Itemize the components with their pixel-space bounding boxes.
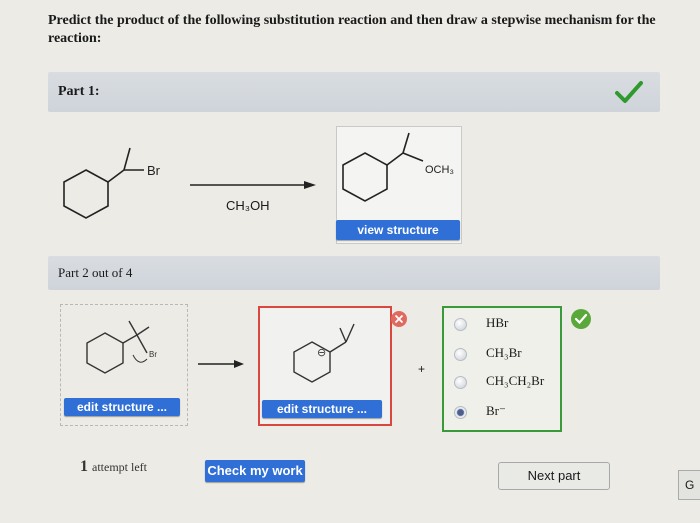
reactant2-br-label: Br xyxy=(149,350,157,359)
mechanism-arrow xyxy=(198,360,244,368)
choice-label: CH₃CH₂Br xyxy=(486,373,545,388)
radio-button[interactable] xyxy=(454,376,467,389)
reaction-arrow xyxy=(190,181,316,189)
reactant2-molecule: Br xyxy=(86,320,157,374)
go-button[interactable]: G xyxy=(678,470,700,500)
next-part-button[interactable]: Next part xyxy=(498,462,610,490)
attempt-count: 1 xyxy=(80,458,88,475)
question-text: Predict the product of the following sub… xyxy=(48,13,656,46)
choice-label: HBr xyxy=(486,315,509,330)
product1-molecule: OCH₃ xyxy=(342,132,454,202)
check-my-work-button[interactable]: Check my work xyxy=(205,460,305,482)
attempts-remaining: 1 attempt left xyxy=(80,458,147,476)
choice-hbr[interactable]: HBr xyxy=(444,312,560,338)
edit-structure-button-1[interactable]: edit structure ... xyxy=(64,398,180,416)
reagent-label: CH₃OH xyxy=(226,198,270,213)
part2-header: Part 2 out of 4 xyxy=(48,256,660,290)
radio-button-selected[interactable] xyxy=(454,406,467,419)
part1-header: Part 1: xyxy=(48,72,660,112)
attempt-text: attempt left xyxy=(92,460,147,474)
carbocation-charge: ⊖ xyxy=(317,347,326,359)
part1-label: Part 1: xyxy=(58,84,100,99)
choice-label: CH₃Br xyxy=(486,345,522,360)
reactant1-br-label: Br xyxy=(147,163,161,178)
choice-ch3br[interactable]: CH₃Br xyxy=(444,342,560,368)
part2-label: Part 2 out of 4 xyxy=(58,265,133,280)
choice-label: Br⁻ xyxy=(486,403,506,418)
product2-molecule: ⊖ xyxy=(293,323,355,383)
edit-structure-button-2[interactable]: edit structure ... xyxy=(262,400,382,418)
close-icon[interactable] xyxy=(390,310,408,328)
reactant1-molecule: Br xyxy=(63,147,161,219)
product1-och3-label: OCH₃ xyxy=(425,164,454,176)
view-structure-button[interactable]: view structure xyxy=(336,220,460,240)
radio-button[interactable] xyxy=(454,318,467,331)
radio-button[interactable] xyxy=(454,348,467,361)
check-icon xyxy=(615,81,643,103)
choice-br-anion[interactable]: Br⁻ xyxy=(444,400,560,426)
answer-choices: HBr CH₃Br CH₃CH₂Br Br⁻ xyxy=(442,306,562,432)
plus-sign: + xyxy=(418,362,426,376)
choice-ch3ch2br[interactable]: CH₃CH₂Br xyxy=(444,370,560,396)
correct-check-icon xyxy=(571,309,591,329)
